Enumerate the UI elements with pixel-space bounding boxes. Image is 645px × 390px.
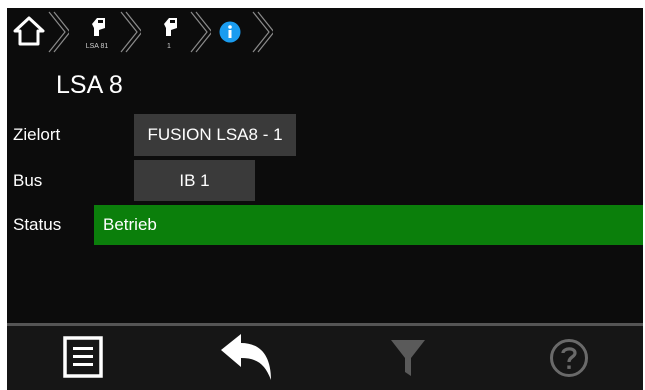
home-icon [13, 16, 45, 46]
zielort-field[interactable]: FUSION LSA8 - 1 [134, 114, 296, 156]
page-title: LSA 8 [56, 71, 123, 99]
filter-icon [391, 340, 425, 376]
footer-toolbar [7, 326, 643, 390]
help-icon [550, 339, 588, 377]
breadcrumb-item-info[interactable] [205, 8, 275, 56]
back-button[interactable] [219, 332, 275, 389]
menu-button[interactable] [63, 336, 103, 383]
status-badge: Betrieb [94, 205, 643, 245]
zielort-label: Zielort [13, 125, 61, 144]
status-label: Status [13, 215, 62, 234]
help-button[interactable] [549, 338, 589, 383]
device-icon [92, 18, 105, 36]
back-arrow-icon [221, 334, 271, 380]
breadcrumb-item-1[interactable]: 1 [139, 8, 211, 56]
filter-button[interactable] [389, 338, 427, 383]
device-icon [164, 18, 177, 36]
screen: LSA 81 1 LSA 8 Zielort FUSION LSA8 - 1 B… [7, 8, 643, 390]
bus-field[interactable]: IB 1 [134, 160, 255, 201]
breadcrumb-home[interactable] [7, 8, 69, 56]
info-icon [219, 21, 241, 43]
bus-label: Bus [13, 171, 43, 190]
list-icon [63, 336, 103, 378]
breadcrumb: LSA 81 1 [7, 8, 643, 56]
chevron-right-icon [252, 11, 273, 53]
breadcrumb-item-lsa81[interactable]: LSA 81 [67, 8, 141, 56]
